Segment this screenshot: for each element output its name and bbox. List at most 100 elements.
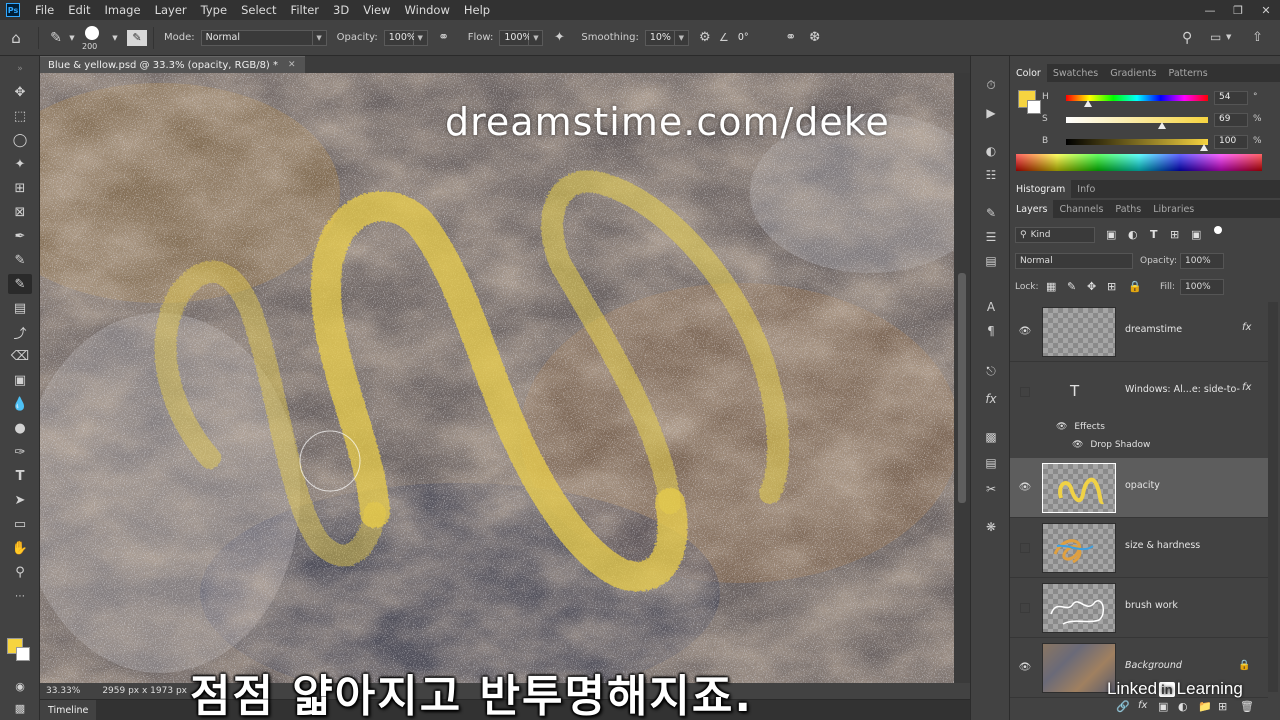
restore-button[interactable]: ❐	[1224, 0, 1252, 20]
new-layer-icon[interactable]: ⊞	[1218, 700, 1227, 713]
rectangle-tool-icon[interactable]: ▭	[8, 514, 32, 534]
zoom-level[interactable]: 33.33%	[46, 686, 80, 696]
add-layer-style-icon[interactable]: fx	[1138, 700, 1147, 711]
paragraph-icon[interactable]: ¶	[981, 322, 1001, 340]
smoothing-field[interactable]: 10%	[644, 29, 675, 46]
toolbar-collapse-icon[interactable]: »	[8, 59, 32, 79]
visibility-eye-icon[interactable]: 👁	[1018, 324, 1032, 338]
background-color-swatch[interactable]	[16, 647, 30, 661]
menu-image[interactable]: Image	[98, 3, 148, 17]
opacity-field[interactable]: 100%	[383, 29, 416, 46]
lock-image-icon[interactable]: ✎	[1067, 280, 1076, 293]
clone-source-icon[interactable]: ▤	[981, 252, 1001, 270]
hue-slider-thumb[interactable]	[1084, 100, 1092, 107]
menu-window[interactable]: Window	[398, 3, 457, 17]
move-tool-icon[interactable]: ✥	[8, 82, 32, 102]
brightness-slider[interactable]	[1066, 139, 1208, 145]
gradient-tool-icon[interactable]: ▣	[8, 370, 32, 390]
eyedropper-tool-icon[interactable]: ✒	[8, 226, 32, 246]
brightness-slider-thumb[interactable]	[1200, 144, 1208, 151]
layer-row-brush-work[interactable]: brush work	[1010, 578, 1268, 638]
menu-view[interactable]: View	[356, 3, 397, 17]
styles-icon[interactable]: fx	[981, 390, 1001, 408]
path-select-tool-icon[interactable]: ➤	[8, 490, 32, 510]
eraser-tool-icon[interactable]: ⌫	[8, 346, 32, 366]
brushes-icon[interactable]: ✎	[981, 204, 1001, 222]
layer-row-text[interactable]: T Windows: Al...e: side-to- fx	[1010, 362, 1268, 418]
chevron-down-icon[interactable]: ▼	[1226, 33, 1231, 41]
visibility-eye-icon[interactable]: 👁	[1018, 660, 1032, 674]
layers-scrollbar[interactable]	[1268, 302, 1278, 692]
gear-icon[interactable]: ⚙	[695, 30, 715, 45]
link-layers-icon[interactable]: 🔗	[1116, 700, 1130, 713]
tab-libraries[interactable]: Libraries	[1147, 200, 1200, 218]
layer-name[interactable]: brush work	[1125, 600, 1178, 611]
eye-icon[interactable]: 👁	[1056, 422, 1067, 432]
chevron-down-icon[interactable]: ▼	[109, 34, 121, 42]
fx-icon[interactable]: fx	[1242, 322, 1251, 333]
pen-tool-icon[interactable]: ✑	[8, 442, 32, 462]
layer-name[interactable]: Background	[1125, 660, 1182, 671]
delete-layer-icon[interactable]: 🗑	[1240, 700, 1254, 713]
saturation-value-field[interactable]: 69	[1214, 113, 1248, 127]
blend-mode-select[interactable]: Normal	[1015, 253, 1133, 269]
document-canvas[interactable]: dreamstime.com/deke	[40, 73, 954, 683]
tab-layers[interactable]: Layers	[1010, 200, 1054, 218]
tab-paths[interactable]: Paths	[1109, 200, 1147, 218]
menu-type[interactable]: Type	[194, 3, 234, 17]
visibility-off-box[interactable]	[1020, 387, 1030, 397]
tab-info[interactable]: Info	[1071, 180, 1101, 198]
eye-icon[interactable]: 👁	[1072, 440, 1083, 450]
new-group-icon[interactable]: 📁	[1198, 700, 1212, 713]
brush-tool-icon[interactable]: ✎	[8, 274, 32, 294]
layer-opacity-field[interactable]: 100%	[1180, 253, 1224, 269]
lasso-tool-icon[interactable]: ◯	[8, 130, 32, 150]
new-adjustment-icon[interactable]: ◐	[1178, 700, 1188, 713]
layer-name[interactable]: dreamstime	[1125, 324, 1182, 335]
close-tab-icon[interactable]: ✕	[288, 60, 296, 70]
brush-settings-icon[interactable]: ☰	[981, 228, 1001, 246]
type-tool-icon[interactable]: T	[8, 466, 32, 486]
layer-row-dreamstime[interactable]: 👁 dreamstime fx	[1010, 302, 1268, 362]
pressure-opacity-icon[interactable]: ⚭	[434, 30, 454, 45]
marquee-tool-icon[interactable]: ⬚	[8, 106, 32, 126]
menu-layer[interactable]: Layer	[148, 3, 194, 17]
quick-mask-icon[interactable]: ◉	[8, 676, 32, 696]
chevron-down-icon[interactable]: ▼	[67, 34, 77, 42]
history-icon[interactable]: ⏱	[981, 76, 1001, 94]
workspace-icon[interactable]: ▭	[1210, 30, 1221, 44]
drop-shadow-row[interactable]: 👁 Drop Shadow	[1072, 440, 1150, 450]
blur-tool-icon[interactable]: 💧	[8, 394, 32, 414]
hand-tool-icon[interactable]: ✋	[8, 538, 32, 558]
libraries-icon[interactable]: ▩	[981, 428, 1001, 446]
angle-field[interactable]: 0°	[732, 29, 761, 46]
3d-icon[interactable]: ❋	[981, 518, 1001, 536]
filter-pixel-icon[interactable]: ▣	[1106, 228, 1116, 241]
filter-smart-object-icon[interactable]: ▣	[1191, 228, 1201, 241]
screen-mode-icon[interactable]: ▩	[8, 698, 32, 718]
chevron-down-icon[interactable]: ▼	[674, 29, 689, 46]
hue-value-field[interactable]: 54	[1214, 91, 1248, 105]
actions-play-icon[interactable]: ▶	[981, 104, 1001, 122]
quick-select-tool-icon[interactable]: ✦	[8, 154, 32, 174]
visibility-eye-icon[interactable]: 👁	[1018, 480, 1032, 494]
tab-gradients[interactable]: Gradients	[1104, 64, 1162, 82]
close-button[interactable]: ✕	[1252, 0, 1280, 20]
share-icon[interactable]: ⇧	[1252, 30, 1263, 45]
glyphs-icon[interactable]: ⎋	[981, 362, 1001, 380]
color-spectrum-bar[interactable]	[1016, 154, 1262, 171]
filter-adjustment-icon[interactable]: ◐	[1128, 228, 1138, 241]
chevron-down-icon[interactable]: ▼	[413, 29, 428, 46]
tools-scissors-icon[interactable]: ✂	[981, 480, 1001, 498]
tab-channels[interactable]: Channels	[1053, 200, 1109, 218]
clone-stamp-tool-icon[interactable]: ▤	[8, 298, 32, 318]
zoom-tool-icon[interactable]: ⚲	[8, 562, 32, 582]
menu-select[interactable]: Select	[234, 3, 283, 17]
vertical-scrollbar[interactable]	[954, 73, 970, 683]
add-mask-icon[interactable]: ▣	[1158, 700, 1168, 713]
chevron-down-icon[interactable]: ▼	[529, 29, 544, 46]
airbrush-icon[interactable]: ✦	[549, 30, 569, 45]
filter-type-icon[interactable]: T	[1150, 228, 1158, 241]
document-tab[interactable]: Blue & yellow.psd @ 33.3% (opacity, RGB/…	[40, 56, 305, 73]
menu-edit[interactable]: Edit	[61, 3, 97, 17]
